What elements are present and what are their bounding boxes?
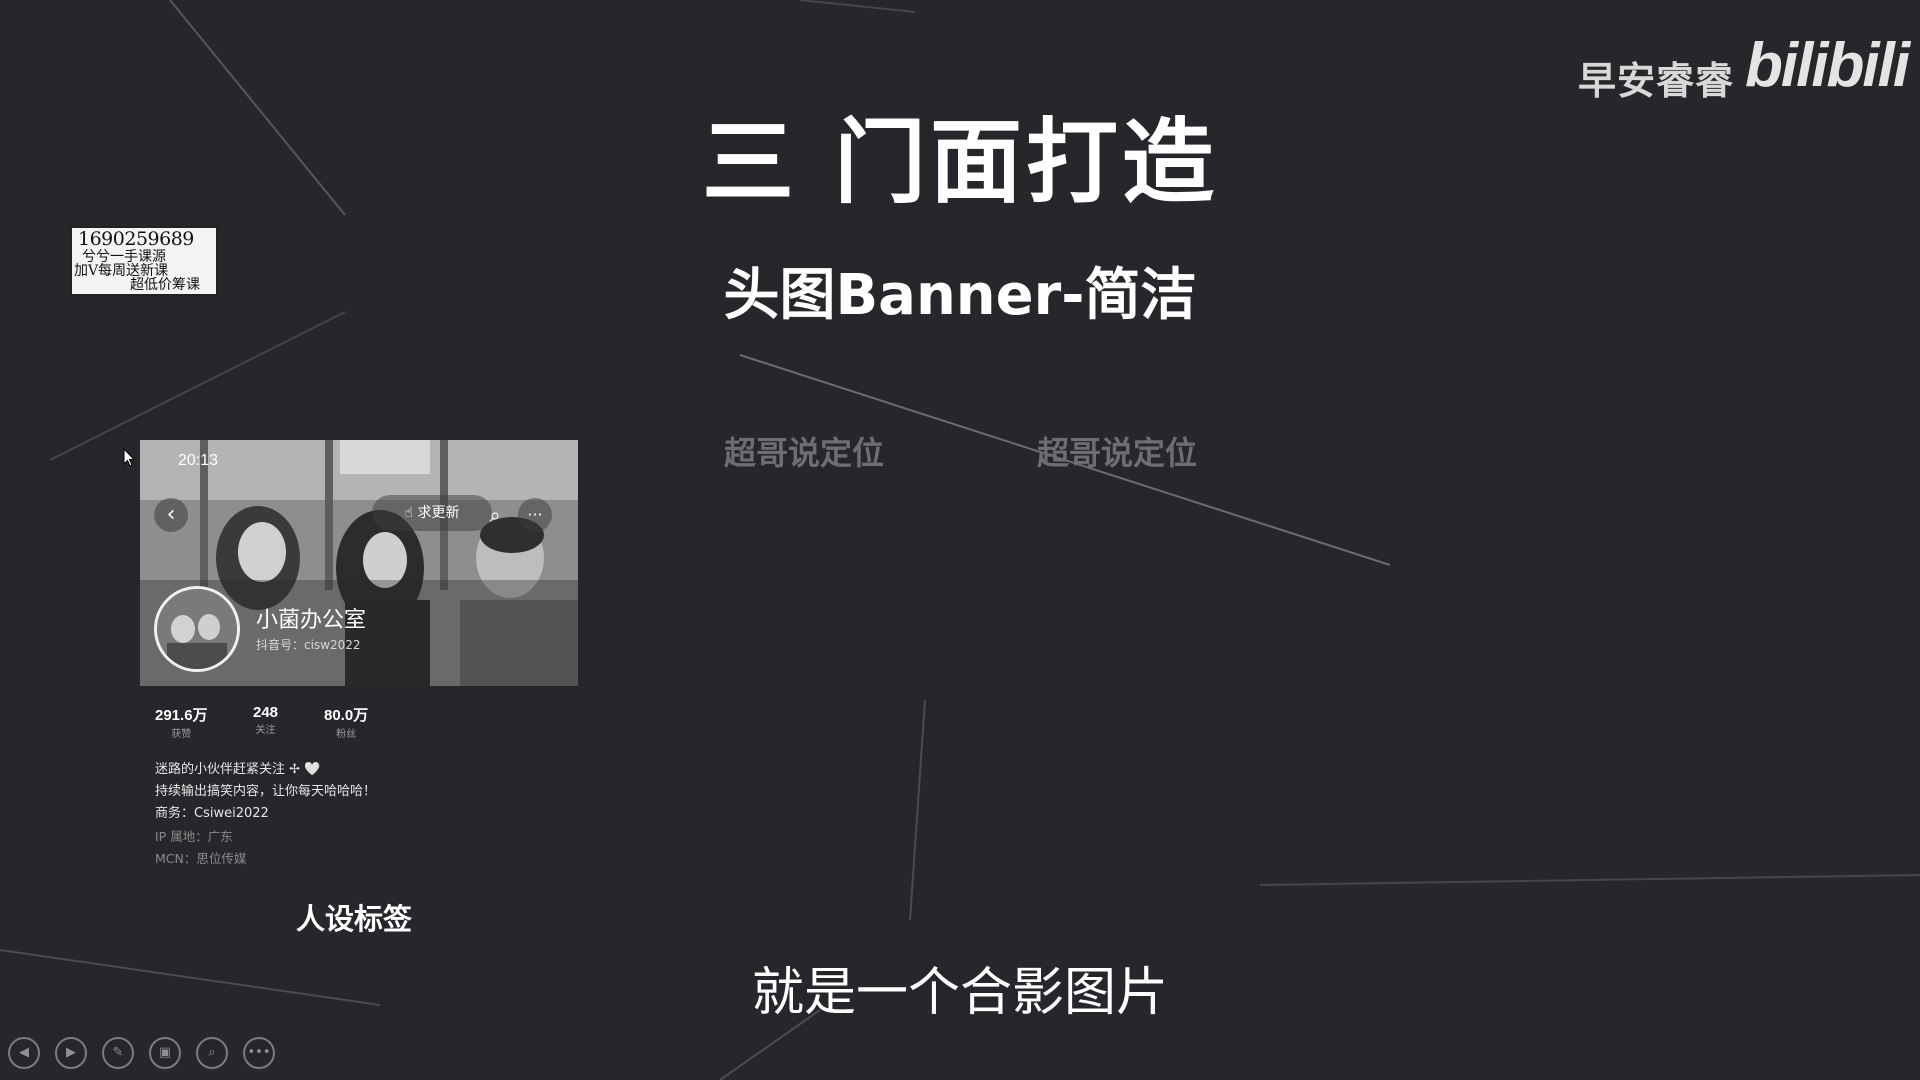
next-slide-button[interactable]: ▶ bbox=[55, 1037, 87, 1069]
status-time: 20:13 bbox=[178, 452, 219, 469]
profile-id: 抖音号：cisw2022 bbox=[256, 638, 361, 652]
prev-slide-button[interactable]: ◀ bbox=[8, 1037, 40, 1069]
faded-watermark-text: 超哥说定位 bbox=[724, 434, 885, 472]
thumb-icon: ☝ bbox=[404, 505, 418, 521]
pen-tool-button[interactable]: ✎ bbox=[102, 1037, 134, 1069]
slide-subtitle: 头图Banner-简洁 bbox=[723, 263, 1197, 328]
search-icon[interactable]: ⌕ bbox=[478, 498, 512, 532]
mcn-info: MCN：思位传媒 bbox=[155, 851, 247, 866]
stat-label: 获赞 bbox=[171, 729, 192, 740]
profile-banner-image: 20:13 ‹ ☝ 求更新 ⌕ ··· 小菌办公室 抖音号：cisw2022 bbox=[140, 440, 578, 686]
stat-value: 291.6万 bbox=[155, 707, 208, 724]
subtitle-caption: 就是一个合影图片 bbox=[751, 963, 1168, 1023]
stat-value: 248 bbox=[253, 704, 279, 721]
mouse-cursor-icon bbox=[123, 448, 135, 467]
request-update-label: 求更新 bbox=[417, 505, 460, 521]
request-update-button[interactable]: ☝ 求更新 bbox=[372, 495, 492, 531]
bio-line: 商务：Csiwei2022 bbox=[155, 806, 269, 821]
stat-followers[interactable]: 80.0万 粉丝 bbox=[324, 704, 368, 740]
more-button[interactable]: ••• bbox=[243, 1037, 275, 1069]
bio-line: 持续输出搞笑内容，让你每天哈哈哈！ bbox=[155, 784, 377, 799]
sticker-line: 1690259689 bbox=[78, 228, 194, 250]
stat-likes: 291.6万 获赞 bbox=[155, 704, 208, 740]
stat-label: 关注 bbox=[255, 725, 276, 736]
bio-line: 迷路的小伙伴赶紧关注 ✢ 🤍 bbox=[155, 762, 321, 777]
more-options-button[interactable]: ··· bbox=[518, 498, 552, 532]
ip-location: IP 属地：广东 bbox=[155, 829, 233, 844]
profile-name: 小菌办公室 bbox=[256, 608, 367, 633]
zoom-button[interactable]: ⌕ bbox=[196, 1037, 228, 1069]
back-button[interactable]: ‹ bbox=[154, 498, 188, 532]
stat-label: 粉丝 bbox=[336, 729, 357, 740]
slide-title: 三 门面打造 bbox=[701, 109, 1219, 216]
avatar[interactable] bbox=[154, 586, 240, 672]
faded-watermark-text: 超哥说定位 bbox=[1037, 434, 1198, 472]
persona-label: 人设标签 bbox=[296, 902, 413, 936]
promo-sticker: 1690259689 兮兮一手课源 加V每周送新课 超低价筹课 bbox=[70, 226, 218, 296]
stat-following[interactable]: 248 关注 bbox=[253, 704, 278, 736]
slide-overview-button[interactable]: ▣ bbox=[149, 1037, 181, 1069]
sticker-line: 兮兮一手课源 bbox=[82, 249, 166, 265]
sticker-line: 超低价筹课 bbox=[130, 277, 200, 293]
sticker-line: 加V每周送新课 bbox=[74, 263, 169, 279]
stat-value: 80.0万 bbox=[324, 707, 369, 724]
